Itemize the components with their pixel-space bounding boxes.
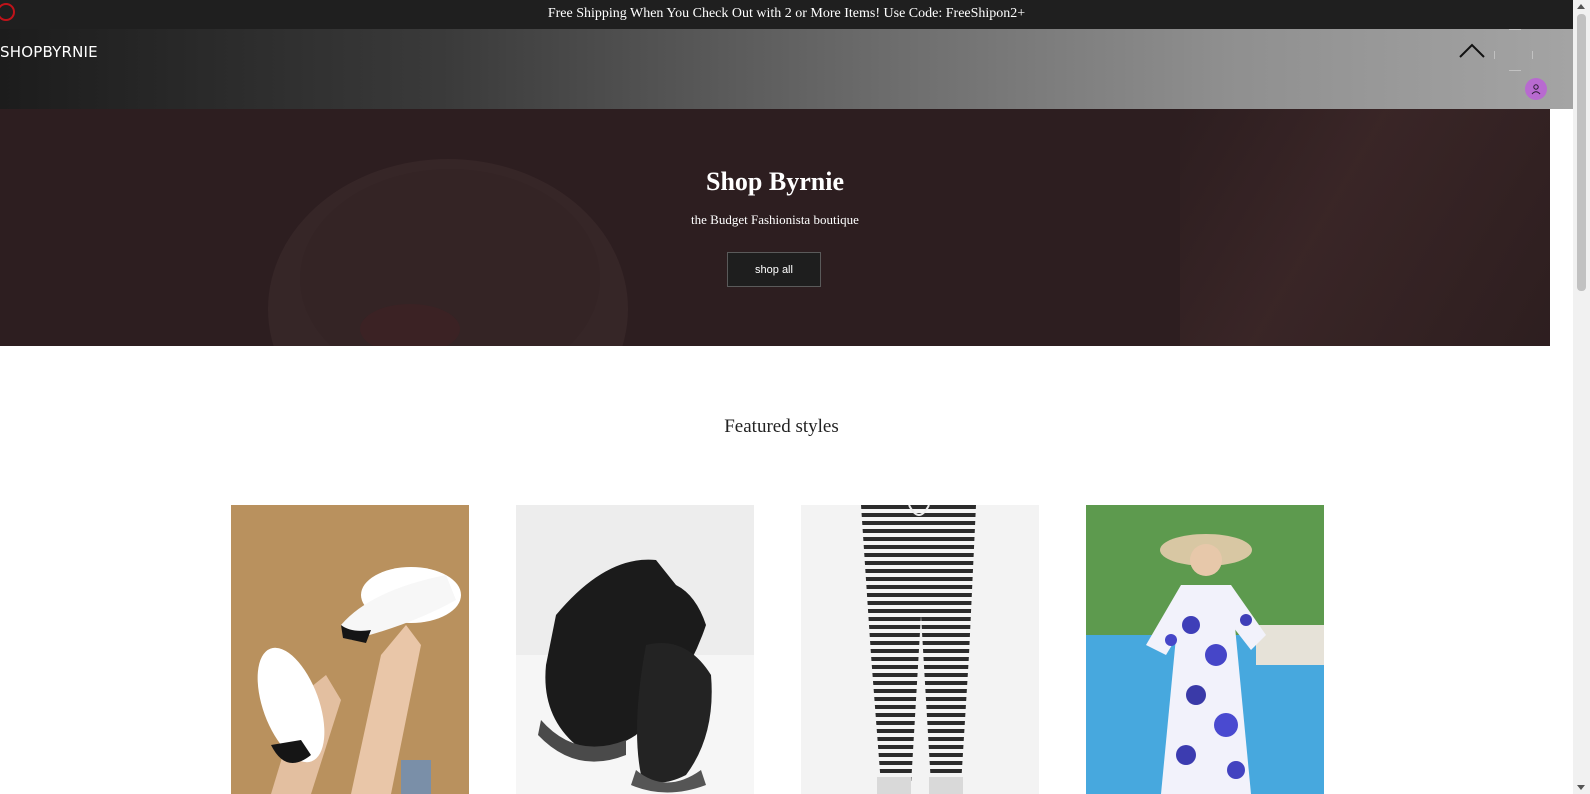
product-image <box>801 505 1039 794</box>
header-divider <box>1509 70 1521 71</box>
product-image <box>516 505 754 794</box>
shop-all-button[interactable]: shop all <box>727 252 821 287</box>
header-divider <box>1494 51 1495 59</box>
announcement-text: Free Shipping When You Check Out with 2 … <box>547 6 1026 21</box>
product-image <box>231 505 469 794</box>
product-image <box>1086 505 1324 794</box>
product-card[interactable] <box>231 505 469 794</box>
hero-title: Shop Byrnie <box>706 167 844 196</box>
page: Free Shipping When You Check Out with 2 … <box>0 0 1573 794</box>
featured-title: Featured styles <box>724 416 839 437</box>
site-header: SHOPBYRNIE <box>0 29 1573 109</box>
header-divider <box>1532 51 1533 59</box>
chevron-up-icon[interactable] <box>1458 41 1486 61</box>
product-card[interactable] <box>516 505 754 794</box>
hero-background-image <box>360 304 460 346</box>
hero-banner: Shop Byrnie the Budget Fashionista bouti… <box>0 109 1550 346</box>
header-divider <box>1509 29 1521 30</box>
site-logo[interactable]: SHOPBYRNIE <box>0 43 98 61</box>
page-scrollbar[interactable] <box>1573 0 1590 794</box>
user-icon[interactable] <box>1525 78 1547 100</box>
product-card[interactable] <box>1086 505 1324 794</box>
announcement-bar: Free Shipping When You Check Out with 2 … <box>0 0 1573 29</box>
scroll-up-icon[interactable] <box>1577 4 1585 9</box>
scrollbar-thumb[interactable] <box>1577 14 1586 291</box>
hero-subtitle: the Budget Fashionista boutique <box>691 212 859 227</box>
product-card[interactable] <box>801 505 1039 794</box>
scroll-down-icon[interactable] <box>1577 785 1585 790</box>
